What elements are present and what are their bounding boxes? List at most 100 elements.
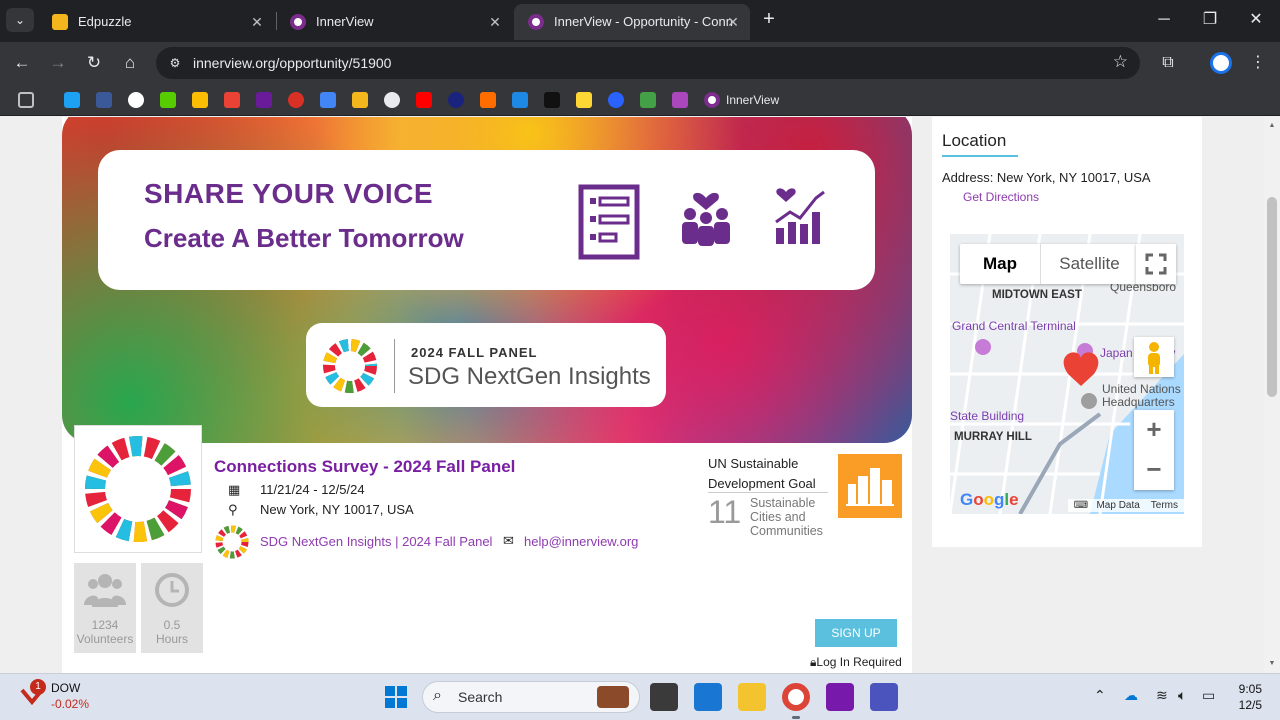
map-label: MIDTOWN EAST [992,289,1082,301]
close-icon[interactable]: ✕ [724,4,742,40]
task-view-icon[interactable] [650,683,678,711]
email-link[interactable]: help@innerview.org [524,534,638,549]
bookmark-globe-icon[interactable] [384,92,400,108]
panel-year: 2024 FALL PANEL [411,345,538,360]
location-row: ⚲ New York, NY 10017, USA [228,502,414,518]
map-label: MURRAY HILL [954,431,1032,443]
innerview-favicon-icon [528,14,544,30]
kebab-menu-icon[interactable]: ⋮ [1246,51,1270,75]
bookmark-red-circle-icon[interactable] [288,92,304,108]
minimize-button[interactable]: ─ [1142,6,1186,34]
file-explorer-icon[interactable] [738,683,766,711]
organization-link[interactable]: SDG NextGen Insights | 2024 Fall Panel [260,534,492,549]
keyboard-icon[interactable]: ⌨ [1074,500,1088,511]
scroll-up-icon[interactable]: ▲ [1264,119,1280,133]
bookmark-classroom-icon[interactable] [96,92,112,108]
sign-up-button[interactable]: SIGN UP [815,619,897,647]
windows-start-icon[interactable] [384,685,408,709]
tab-innerview-opportunity[interactable]: InnerView - Opportunity - Conn ✕ [514,4,750,40]
close-icon[interactable]: ✕ [486,4,504,40]
bookmark-blue-circle-icon[interactable] [448,92,464,108]
panel-name: SDG NextGen Insights [408,363,651,390]
teams-icon[interactable] [870,683,898,711]
bookmark-quizlet-icon[interactable] [256,92,272,108]
bookmark-youtube-icon[interactable] [416,92,432,108]
profile-avatar[interactable] [1210,52,1232,74]
volume-icon[interactable]: 🔈︎ [1178,687,1186,704]
sdg-divider [708,492,828,493]
bookmark-colorful-icon[interactable] [672,92,688,108]
zoom-out-button[interactable]: − [1134,450,1174,490]
star-icon[interactable]: ☆ [1113,52,1128,72]
forward-button[interactable]: → [44,50,72,78]
puzzle-icon[interactable]: ⧉ [1156,51,1180,75]
bookmark-photos-icon[interactable] [192,92,208,108]
wifi-icon[interactable]: ≋ [1156,687,1168,704]
street-view-pegman[interactable] [1134,337,1174,377]
bookmark-google-icon[interactable] [128,92,144,108]
terms-link[interactable]: Terms [1151,500,1178,511]
bookmark-q-icon[interactable] [608,92,624,108]
taskbar-search[interactable]: ⌕ Search [422,681,640,713]
sdg-name: Sustainable Cities and Communities [750,496,823,538]
chrome-icon[interactable] [782,683,810,711]
location-map[interactable]: MIDTOWN EAST Grand Central Terminal Japa… [950,234,1184,514]
address-bar[interactable]: ⚙ innerview.org/opportunity/51900 ☆ [156,47,1140,79]
home-button[interactable]: ⌂ [116,50,144,78]
scroll-down-icon[interactable]: ▼ [1264,657,1280,671]
page-scrollbar[interactable]: ▲ ▼ [1264,117,1280,673]
microsoft-store-icon[interactable] [694,683,722,711]
browser-toolbar: ← → ↻ ⌂ ⚙ innerview.org/opportunity/5190… [0,42,1280,84]
map-data-link[interactable]: Map Data [1096,500,1139,511]
new-tab-button[interactable]: + [758,8,780,32]
hours-count: 0.5 [163,618,181,632]
widget-name[interactable]: DOW [51,681,80,695]
innerview-favicon-icon[interactable] [704,92,720,108]
bookmark-b-icon[interactable] [64,92,80,108]
maximize-button[interactable]: ❐ [1188,6,1232,34]
bookmark-gmail-icon[interactable] [224,92,240,108]
sdg-wheel-logo-icon [85,436,191,542]
bookmark-r-icon[interactable] [480,92,496,108]
tab-search-button[interactable]: ⌄ [6,8,34,32]
onedrive-icon[interactable]: ☁ [1124,687,1138,704]
get-directions-link[interactable]: Get Directions [963,190,1039,204]
scrollbar-thumb[interactable] [1267,197,1277,397]
bookmark-duolingo-icon[interactable] [160,92,176,108]
sdg-wheel-small-icon [215,525,249,559]
survey-form-icon [578,184,640,260]
bookmark-innerview[interactable]: InnerView [726,84,779,116]
battery-icon[interactable]: ▭ [1202,687,1215,704]
bookmark-book-icon[interactable] [544,92,560,108]
chevron-up-icon[interactable]: ⌃ [1094,687,1106,704]
bookmark-p-icon[interactable] [512,92,528,108]
fullscreen-button[interactable] [1136,244,1176,284]
reload-button[interactable]: ↻ [80,50,108,78]
system-clock[interactable]: 9:05 12/5 [1228,681,1262,713]
address-text: Address: New York, NY 10017, USA [942,170,1151,185]
banner-subheadline: Create A Better Tomorrow [144,223,464,253]
tab-innerview[interactable]: InnerView ✕ [276,4,512,40]
panel-label-box: 2024 FALL PANEL SDG NextGen Insights [306,323,666,407]
back-button[interactable]: ← [8,50,36,78]
map-type-satellite-button[interactable]: Satellite [1040,244,1138,284]
hours-stat: 0.5 Hours [141,563,203,653]
sdg-11-badge[interactable] [838,454,902,518]
organization-logo[interactable] [74,425,202,553]
close-icon[interactable]: ✕ [248,4,266,40]
zoom-in-button[interactable]: + [1134,410,1174,450]
apps-grid-icon[interactable] [18,92,34,108]
tune-icon[interactable]: ⚙ [166,54,184,72]
location-heading: Location [942,131,1007,150]
map-type-map-button[interactable]: Map [960,244,1040,284]
close-window-button[interactable]: ✕ [1234,6,1278,34]
bookmark-green-icon[interactable] [640,92,656,108]
growth-chart-icon [775,188,825,244]
date-range: 11/21/24 - 12/5/24 [260,482,365,497]
edpuzzle-favicon-icon [52,14,68,30]
onenote-icon[interactable] [826,683,854,711]
tab-edpuzzle[interactable]: Edpuzzle ✕ [38,4,274,40]
bookmark-edpuzzle-icon[interactable] [352,92,368,108]
bookmark-slides-icon[interactable] [576,92,592,108]
bookmark-infinity-icon[interactable] [320,92,336,108]
